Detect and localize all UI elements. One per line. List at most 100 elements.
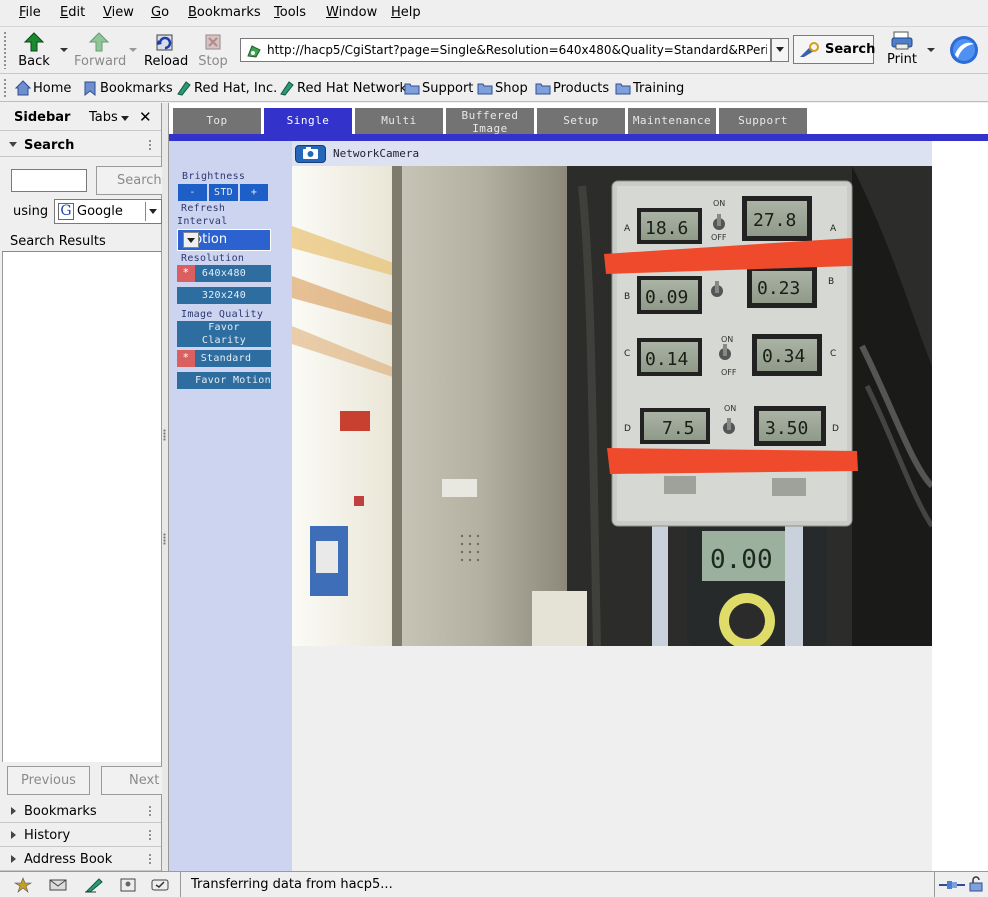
search-results-header: Search Results	[2, 232, 161, 252]
quality-favor-clarity-button[interactable]: Favor Clarity	[177, 321, 271, 347]
folder-icon	[615, 83, 631, 95]
panel-grip-icon	[148, 853, 152, 865]
chevron-down-icon	[183, 232, 199, 248]
menu-go[interactable]: Go	[151, 5, 169, 20]
tab-support[interactable]: Support	[719, 108, 807, 134]
online-plug-icon[interactable]	[939, 878, 965, 892]
toolbar-grip[interactable]	[3, 78, 7, 98]
camera-tab-bar: Top Single Multi Buffered Image Setup Ma…	[169, 103, 988, 141]
refresh-label: Refresh	[181, 203, 226, 214]
page-proxy-icon[interactable]	[246, 43, 262, 59]
sidebar-search-button[interactable]: Search	[96, 166, 166, 195]
sidebar-panel-address-book[interactable]: Address Book	[0, 847, 161, 871]
expanded-triangle-icon	[9, 142, 17, 147]
tab-single[interactable]: Single	[264, 108, 352, 134]
search-button[interactable]: Search	[793, 35, 875, 64]
folder-label: Products	[553, 81, 610, 96]
camera-live-image[interactable]: 0.00 AA BB CC DD 18.6 27.8 0.09 0.23 0.1…	[292, 166, 932, 646]
folder-label: Shop	[495, 81, 528, 96]
browser-throbber-icon[interactable]	[949, 35, 979, 65]
back-button[interactable]: Back	[13, 29, 55, 71]
address-book-icon[interactable]	[118, 877, 138, 893]
url-history-dropdown[interactable]	[771, 38, 789, 62]
sidebar-tabs-menu[interactable]: Tabs	[89, 110, 129, 125]
brightness-decrease-button[interactable]: -	[178, 184, 207, 201]
print-button[interactable]: Print	[884, 29, 920, 71]
svg-text:D: D	[624, 424, 631, 434]
sidebar-search-input[interactable]	[11, 169, 87, 192]
folder-label: Training	[633, 81, 685, 96]
splitter-grip-icon	[163, 533, 166, 545]
toolbar-grip[interactable]	[3, 31, 7, 69]
panel-grip-icon	[148, 805, 152, 817]
brightness-standard-button[interactable]: STD	[209, 184, 238, 201]
menu-edit[interactable]: Edit	[60, 5, 85, 20]
security-lock-icon[interactable]	[968, 876, 984, 892]
svg-text:A: A	[830, 224, 837, 234]
quality-standard-button[interactable]: * Standard	[177, 350, 271, 367]
svg-text:B: B	[828, 277, 834, 287]
menu-file[interactable]: File	[19, 5, 41, 20]
sidebar-splitter[interactable]	[162, 103, 169, 871]
menu-help[interactable]: Help	[391, 5, 421, 20]
bookmark-label: Red Hat Network	[297, 81, 408, 96]
url-bar[interactable]	[240, 38, 771, 62]
meter-a-left: 18.6	[645, 218, 688, 239]
chevron-down-icon	[145, 202, 161, 221]
resolution-320-button[interactable]: 320x240	[177, 287, 271, 304]
meter-d-left: 7.5	[662, 418, 695, 439]
bookmarks-icon	[84, 81, 96, 96]
sidebar-close-icon[interactable]: ✕	[139, 108, 152, 126]
back-label: Back	[18, 54, 50, 69]
refresh-interval-select[interactable]: Motion	[177, 229, 271, 251]
navigator-icon[interactable]	[13, 877, 33, 893]
mail-icon[interactable]	[48, 877, 68, 893]
quality-favor-motion-button[interactable]: Favor Motion	[177, 372, 271, 389]
svg-text:C: C	[624, 349, 630, 359]
tab-setup[interactable]: Setup	[537, 108, 625, 134]
reload-label: Reload	[144, 54, 189, 69]
folder-icon	[535, 83, 551, 95]
menu-tools[interactable]: Tools	[274, 5, 306, 20]
switch-on-label: ON	[724, 404, 736, 413]
forward-button[interactable]: Forward	[74, 29, 126, 71]
sidebar-panel-bookmarks[interactable]: Bookmarks	[0, 799, 161, 823]
tab-multi[interactable]: Multi	[355, 108, 443, 134]
svg-text:A: A	[624, 224, 631, 234]
search-icon	[800, 42, 819, 57]
tab-buffered-image[interactable]: Buffered Image	[446, 108, 534, 135]
brightness-increase-button[interactable]: +	[240, 184, 268, 201]
composer-icon[interactable]	[84, 877, 104, 893]
tab-maintenance[interactable]: Maintenance	[628, 108, 716, 134]
switch-off-label: OFF	[711, 233, 727, 242]
search-results-label: Search Results	[10, 234, 106, 249]
forward-history-dropdown[interactable]	[129, 48, 137, 52]
navigation-toolbar: Back Forward Reload Stop http://hacp5/Cg…	[0, 27, 988, 74]
selected-marker: *	[177, 265, 195, 282]
url-input[interactable]	[267, 41, 767, 59]
meter-c-right: 0.34	[762, 346, 805, 367]
tab-top[interactable]: Top	[173, 108, 261, 134]
resolution-640-button[interactable]: * 640x480	[177, 265, 271, 282]
stop-button[interactable]: Stop	[194, 29, 232, 71]
menu-window[interactable]: Window	[326, 5, 377, 20]
print-options-dropdown[interactable]	[927, 48, 935, 52]
next-results-button[interactable]: Next	[101, 766, 171, 795]
bookmarks-label: Bookmarks	[100, 81, 173, 96]
search-engine-select[interactable]: G Google	[54, 199, 162, 224]
menu-bookmarks[interactable]: Bookmarks	[188, 5, 261, 20]
resolution-640-label: 640x480	[201, 268, 247, 279]
search-results-list[interactable]	[2, 252, 161, 762]
forward-arrow-icon	[88, 32, 110, 52]
camera-icon	[295, 145, 326, 163]
previous-results-button[interactable]: Previous	[7, 766, 90, 795]
menu-view[interactable]: View	[103, 5, 134, 20]
status-message: Transferring data from hacp5...	[191, 877, 393, 892]
sidebar-panel-search-header[interactable]: Search	[0, 133, 161, 157]
camera-title: NetworkCamera	[333, 147, 420, 160]
chat-icon[interactable]	[150, 877, 170, 893]
sidebar-panel-history[interactable]: History	[0, 823, 161, 847]
tab-underline	[169, 134, 988, 141]
back-history-dropdown[interactable]	[60, 48, 68, 52]
reload-button[interactable]: Reload	[144, 29, 189, 71]
